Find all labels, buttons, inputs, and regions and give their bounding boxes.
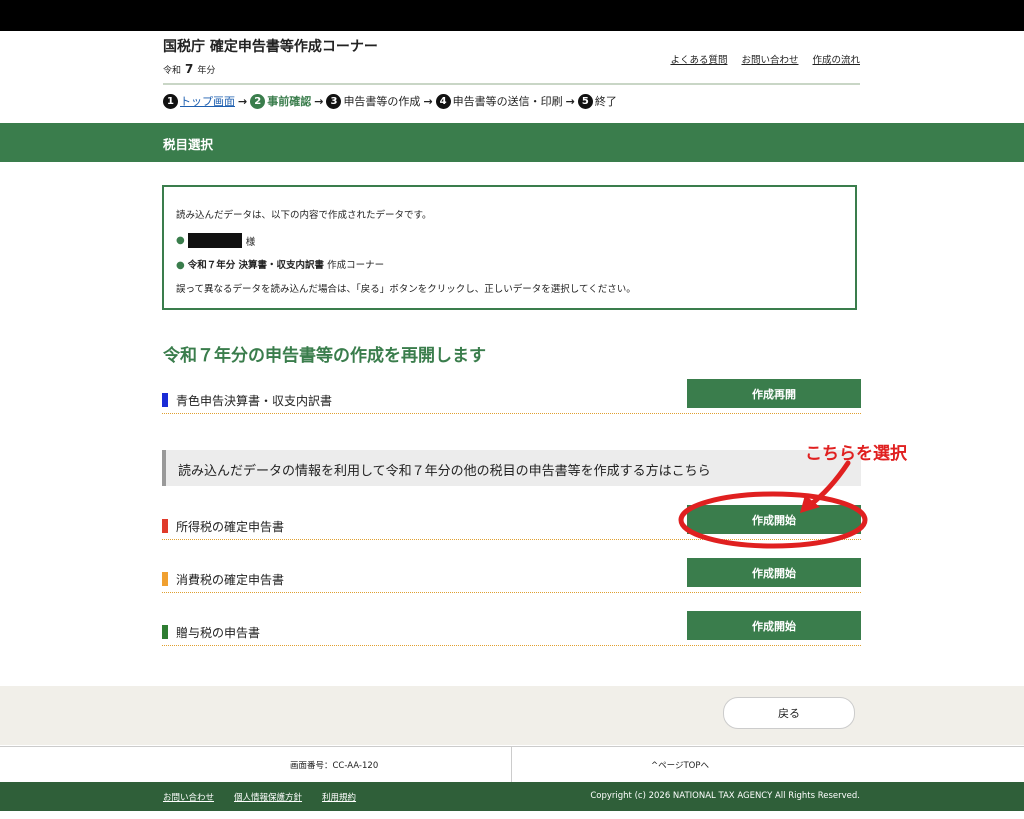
income-tax-start-button[interactable]: 作成開始 [687, 505, 861, 534]
step-5-number-icon: 5 [577, 93, 593, 109]
top-black-bar [0, 0, 1024, 31]
consumption-tax-row: 消費税の確定申告書 作成開始 [162, 558, 861, 593]
footer-contact-link[interactable]: お問い合わせ [163, 791, 214, 803]
page-top-label: ページTOPへ [658, 761, 709, 771]
back-button[interactable]: 戻る [723, 697, 855, 729]
footer-links: お問い合わせ 個人情報保護方針 利用規約 [163, 791, 356, 803]
info-form-suffix: 作成コーナー [324, 260, 385, 271]
resume-button[interactable]: 作成再開 [687, 379, 861, 408]
step-arrow-icon: → [423, 94, 433, 108]
flow-link[interactable]: 作成の流れ [812, 52, 860, 66]
footer-bar: お問い合わせ 個人情報保護方針 利用規約 Copyright (c) 2026 … [0, 782, 1024, 811]
step-3-label: 申告書等の作成 [343, 95, 421, 108]
step-arrow-icon: → [238, 94, 248, 108]
contact-link[interactable]: お問い合わせ [741, 52, 798, 66]
section-title: 税目選択 [163, 137, 214, 152]
copyright: Copyright (c) 2026 NATIONAL TAX AGENCY A… [590, 791, 860, 801]
footer-terms-link[interactable]: 利用規約 [322, 791, 356, 803]
info-form-name: 令和７年分 決算書・収支内訳書 [187, 260, 325, 271]
red-marker [162, 519, 168, 533]
blue-marker [162, 393, 168, 407]
step-2-label: 事前確認 [267, 95, 312, 108]
step-1-top-link[interactable]: トップ画面 [180, 93, 235, 109]
gift-tax-label: 贈与税の申告書 [176, 626, 261, 640]
info-form-line: ● 令和７年分 決算書・収支内訳書 作成コーナー [176, 257, 384, 271]
consumption-tax-label: 消費税の確定申告書 [176, 573, 285, 587]
other-tax-band-text: 読み込んだデータの情報を利用して令和７年分の他の税目の申告書等を作成する方はこち… [178, 464, 711, 479]
step-4-label: 申告書等の送信・印刷 [452, 95, 563, 108]
gift-tax-start-button[interactable]: 作成開始 [687, 611, 861, 640]
loaded-data-info-box: 読み込んだデータは、以下の内容で作成されたデータです。 ● 様 ● 令和７年分 決… [162, 185, 857, 310]
footer-divider [511, 747, 512, 783]
gift-tax-row: 贈与税の申告書 作成開始 [162, 611, 861, 646]
progress-steps: 1 トップ画面 → 2 事前確認 → 3 申告書等の作成 → 4 申告書等の送信… [163, 93, 617, 109]
honorific: 様 [245, 236, 256, 248]
step-4-number-icon: 4 [435, 93, 451, 109]
tax-year: 令和 7 年分 [163, 62, 215, 76]
page-top-link[interactable]: ^ページTOPへ [651, 759, 709, 771]
other-tax-band: 読み込んだデータの情報を利用して令和７年分の他の税目の申告書等を作成する方はこち… [162, 450, 861, 486]
footer-info: 画面番号：CC-AA-120 ^ページTOPへ [0, 746, 1024, 783]
step-2-number-icon: 2 [250, 93, 266, 109]
resume-heading: 令和７年分の申告書等の作成を再開します [163, 346, 486, 366]
section-title-bar: 税目選択 [0, 123, 1024, 162]
info-description: 読み込んだデータは、以下の内容で作成されたデータです。 [176, 210, 432, 221]
annotation-text: こちらを選択 [805, 444, 907, 464]
income-tax-row: 所得税の確定申告書 作成開始 [162, 505, 861, 540]
bullet-icon: ● [176, 235, 185, 246]
step-arrow-icon: → [565, 94, 575, 108]
header-links: よくある質問 お問い合わせ 作成の流れ [670, 52, 860, 66]
screen-number: 画面番号：CC-AA-120 [290, 761, 379, 771]
bottom-strip [0, 811, 1024, 819]
step-5-label: 終了 [594, 95, 617, 108]
bullet-icon: ● [176, 260, 185, 271]
consumption-tax-start-button[interactable]: 作成開始 [687, 558, 861, 587]
info-note: 誤って異なるデータを読み込んだ場合は、「戻る」ボタンをクリックし、正しいデータを… [176, 284, 636, 295]
site-title: 国税庁 確定申告書等作成コーナー [163, 39, 378, 55]
year-suffix: 年分 [197, 66, 216, 76]
info-name-line: ● 様 [176, 233, 255, 248]
year-number: 7 [185, 62, 194, 76]
resume-row: 青色申告決算書・収支内訳書 作成再開 [162, 379, 861, 414]
bottom-action-area [0, 686, 1024, 745]
faq-link[interactable]: よくある質問 [670, 52, 727, 66]
header-divider [163, 83, 860, 85]
step-3-number-icon: 3 [326, 93, 342, 109]
step-arrow-icon: → [314, 94, 324, 108]
step-1-number-icon: 1 [163, 93, 178, 109]
income-tax-label: 所得税の確定申告書 [176, 520, 285, 534]
green-marker [162, 625, 168, 639]
resume-item-label: 青色申告決算書・収支内訳書 [176, 394, 333, 408]
redacted-name [187, 233, 242, 248]
year-prefix: 令和 [163, 66, 182, 76]
footer-privacy-link[interactable]: 個人情報保護方針 [234, 791, 302, 803]
orange-marker [162, 572, 168, 586]
